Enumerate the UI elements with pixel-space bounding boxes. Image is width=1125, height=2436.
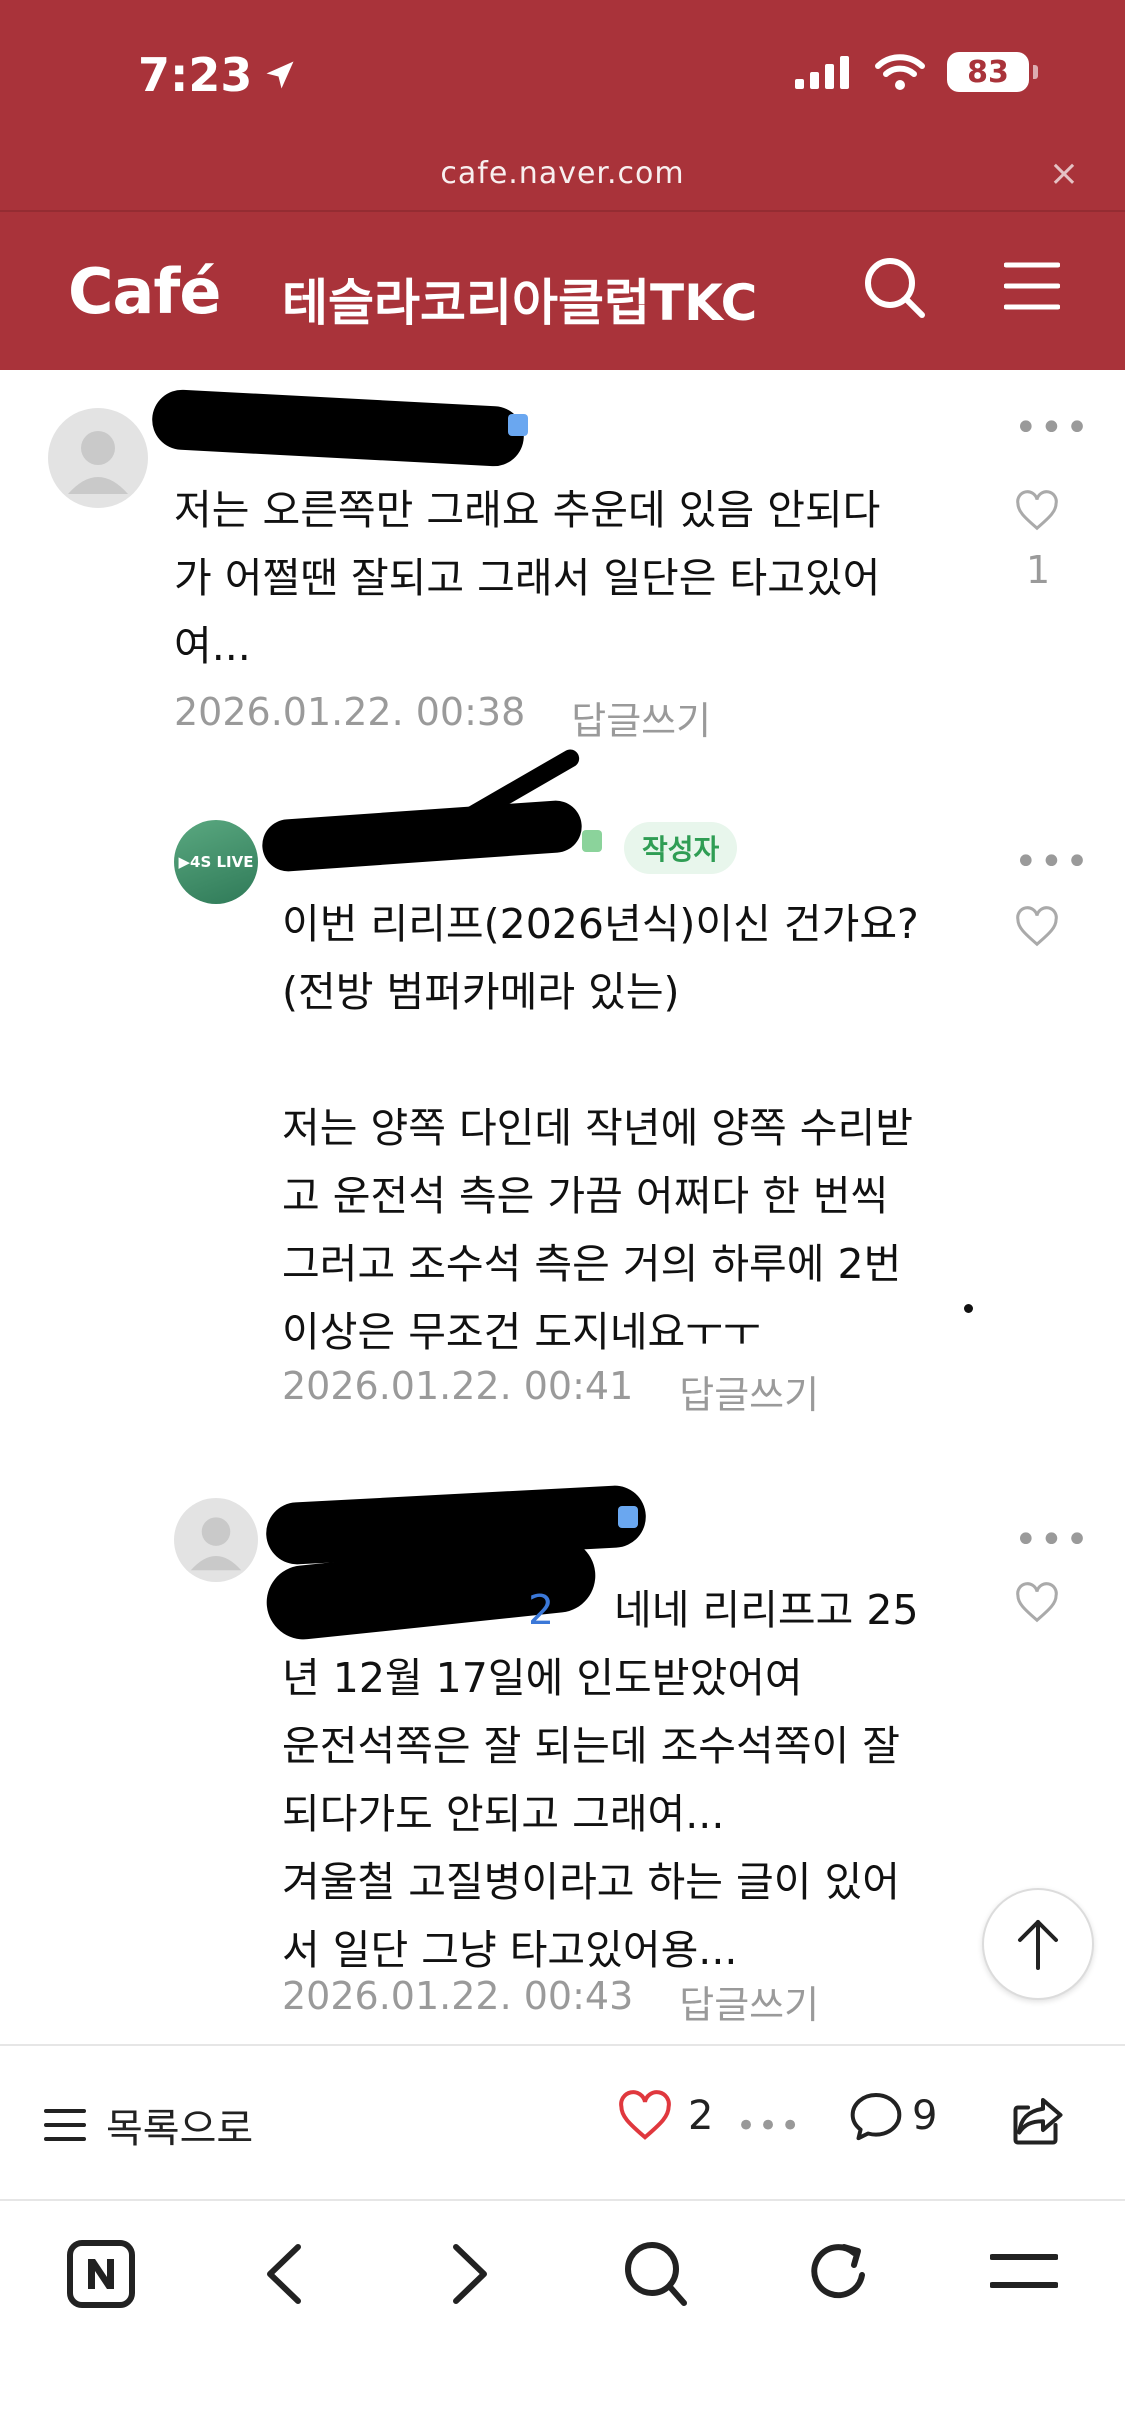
mention-tag: 2	[528, 1586, 555, 1634]
post-comment-count: 9	[912, 2093, 938, 2139]
back-to-list-button[interactable]: 목록으로	[44, 2096, 253, 2154]
refresh-icon[interactable]	[806, 2239, 872, 2309]
level-badge	[618, 1506, 638, 1528]
level-badge	[508, 414, 528, 436]
naver-home-icon[interactable]	[66, 2239, 136, 2309]
app-bar: Café 테슬라코리아클럽TKC	[0, 215, 1125, 365]
comment-text: 년 12월 17일에 인도받았어여 운전석쪽은 잘 되는데 조수석쪽이 잘 되다…	[282, 1654, 900, 1974]
back-to-list-label: 목록으로	[106, 2106, 254, 2152]
cafe-logo[interactable]: Café	[68, 255, 221, 328]
reply-button[interactable]: 답글쓰기	[571, 690, 711, 745]
user-icon	[190, 1517, 242, 1571]
heart-icon	[619, 2090, 671, 2140]
status-time: 7:23	[138, 48, 253, 102]
comment-item: ▶4S LIVE 작성자 ••• 이번 리리프(2026년식)이신 건가요? (…	[0, 746, 1125, 1440]
stray-dot	[964, 1304, 973, 1313]
heart-icon[interactable]	[1014, 490, 1060, 532]
hamburger-menu-icon[interactable]	[990, 2249, 1058, 2293]
browser-nav-bar	[0, 2199, 1125, 2436]
signal-icon	[795, 56, 849, 89]
battery-icon: 83	[947, 52, 1038, 92]
comment-text-first-line: 네네 리리프고 25	[614, 1586, 919, 1634]
heart-icon[interactable]	[1014, 1582, 1060, 1624]
avatar[interactable]: ▶4S LIVE	[174, 820, 258, 904]
header-divider	[0, 210, 1125, 212]
location-arrow-icon	[266, 61, 294, 89]
forward-icon[interactable]	[448, 2243, 492, 2305]
heart-icon[interactable]	[1014, 906, 1060, 948]
comment-icon	[850, 2093, 902, 2141]
search-icon[interactable]	[862, 255, 926, 319]
status-time-group: 7:23	[138, 48, 298, 102]
status-bar: 7:23 83	[0, 0, 1125, 150]
user-icon	[68, 431, 128, 494]
more-icon[interactable]: •••	[1014, 1520, 1091, 1560]
back-icon[interactable]	[262, 2243, 306, 2305]
scroll-top-icon	[1018, 1920, 1058, 1970]
comment-date: 2026.01.22. 00:41	[282, 1364, 634, 1408]
close-icon[interactable]: ×	[1049, 156, 1079, 192]
comment-item: ••• 2 네네 리리프고 25 년 12월 17일에 인도받았어여 운전석쪽은…	[0, 1440, 1125, 2040]
scroll-top-button[interactable]	[982, 1888, 1094, 2000]
avatar[interactable]	[48, 408, 148, 508]
post-action-bar: 목록으로 2 ••• 9	[0, 2044, 1125, 2199]
more-icon[interactable]: •••	[1014, 408, 1091, 448]
reply-button[interactable]: 답글쓰기	[679, 1364, 819, 1419]
wifi-icon	[875, 54, 925, 90]
post-like-count: 2	[688, 2093, 714, 2139]
author-badge: 작성자	[624, 822, 738, 874]
comment-item: ••• 저는 오른쪽만 그래요 추운데 있음 안되다 가 어쩔땐 잘되고 그래서…	[0, 370, 1125, 760]
level-badge	[582, 830, 602, 852]
url-text[interactable]: cafe.naver.com	[0, 156, 1125, 191]
top-header: 7:23 83 cafe.naver.com × Café 테슬라코리아클럽TK…	[0, 0, 1125, 370]
list-icon	[44, 2109, 86, 2141]
share-icon[interactable]	[1008, 2090, 1068, 2150]
search-icon[interactable]	[622, 2239, 688, 2309]
status-icons: 83	[795, 52, 1038, 92]
like-button[interactable]: 2	[616, 2090, 713, 2142]
comment-meta: 2026.01.22. 00:43 답글쓰기	[282, 1974, 819, 2029]
cafe-title[interactable]: 테슬라코리아클럽TKC	[282, 263, 757, 335]
comment-text: 이번 리리프(2026년식)이신 건가요? (전방 범퍼카메라 있는) 저는 양…	[282, 900, 919, 1356]
more-icon[interactable]: •••	[1014, 842, 1091, 882]
hamburger-menu-icon[interactable]	[1004, 261, 1060, 311]
comment-meta: 2026.01.22. 00:38 답글쓰기	[174, 690, 711, 745]
comment-text: 저는 오른쪽만 그래요 추운데 있음 안되다 가 어쩔땐 잘되고 그래서 일단은…	[174, 486, 881, 670]
comment-date: 2026.01.22. 00:38	[174, 690, 526, 734]
avatar[interactable]	[174, 1498, 258, 1582]
more-icon[interactable]: •••	[736, 2106, 802, 2146]
redacted-author	[150, 388, 526, 468]
comment-meta: 2026.01.22. 00:41 답글쓰기	[282, 1364, 819, 1419]
reply-button[interactable]: 답글쓰기	[679, 1974, 819, 2029]
comment-button[interactable]: 9	[848, 2090, 937, 2142]
like-count: 1	[1026, 548, 1051, 592]
comment-date: 2026.01.22. 00:43	[282, 1974, 634, 2018]
